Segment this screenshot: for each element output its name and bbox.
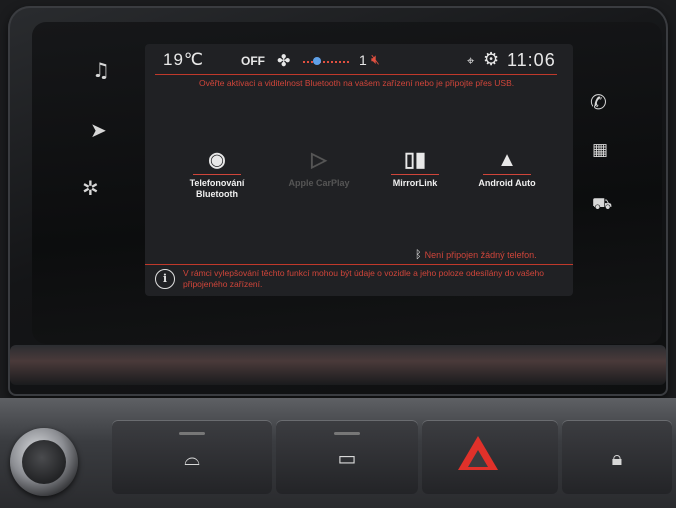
car-icon[interactable]: ⛟ bbox=[592, 196, 612, 212]
gear-icon[interactable]: ⚙ bbox=[483, 49, 499, 70]
clock: 11:06 bbox=[507, 50, 556, 70]
app-label: MirrorLink bbox=[392, 178, 438, 188]
front-defrost-button[interactable]: ⌓ bbox=[112, 420, 272, 494]
phone-icon[interactable]: ✆ bbox=[590, 92, 607, 112]
bluetooth-status-text: Není připojen žádný telefon. bbox=[424, 250, 537, 260]
front-defrost-icon: ⌓ bbox=[184, 446, 200, 470]
app-bluetooth-telephony[interactable]: ◉ Telefonování Bluetooth bbox=[177, 148, 257, 200]
fan-speed-indicator bbox=[313, 57, 321, 65]
fan-speed-track[interactable] bbox=[303, 61, 349, 63]
app-underline bbox=[193, 174, 241, 175]
bluetooth-icon: ◉ bbox=[208, 149, 226, 171]
app-underline bbox=[483, 174, 531, 175]
rear-defrost-icon: ▭ bbox=[337, 446, 357, 470]
android-auto-icon: ▲ bbox=[497, 149, 517, 171]
play-icon: ▷ bbox=[311, 149, 327, 171]
app-apple-carplay[interactable]: ▷ Apple CarPlay bbox=[279, 148, 359, 189]
fan-icon[interactable]: ✤ bbox=[277, 51, 290, 71]
fan-settings-icon[interactable]: ✲ bbox=[82, 178, 99, 198]
hazard-triangle-inner bbox=[468, 450, 488, 467]
indicator-led bbox=[179, 432, 205, 435]
app-underline bbox=[295, 174, 343, 175]
bottom-divider bbox=[145, 264, 573, 265]
door-lock-button[interactable]: 🔒︎ bbox=[562, 420, 672, 494]
bluetooth-status: ᛒ Není připojen žádný telefon. bbox=[415, 249, 537, 261]
location-pin-icon: ⌖ bbox=[467, 53, 475, 68]
speaker-muted-icon[interactable]: 🔇︎ bbox=[371, 51, 380, 68]
app-label-line2: Bluetooth bbox=[196, 189, 238, 199]
app-label: Telefonování bbox=[189, 178, 245, 188]
display-screen: 19℃ OFF ✤ 1 🔇︎ ⌖ ⚙ 11:06 Ověřte aktivaci… bbox=[145, 44, 573, 296]
app-underline bbox=[391, 174, 439, 175]
app-label: Apple CarPlay bbox=[288, 178, 350, 188]
mirrorlink-icon: ▯▮ bbox=[403, 149, 426, 171]
volume-knob-center bbox=[22, 440, 66, 484]
app-label: Android Auto bbox=[478, 178, 536, 188]
bluetooth-hint-banner: Ověřte aktivaci a viditelnost Bluetooth … bbox=[199, 78, 515, 88]
music-note-icon[interactable]: ♫ bbox=[92, 60, 110, 80]
navigation-icon[interactable]: ➤ bbox=[90, 120, 107, 140]
bluetooth-small-icon: ᛒ bbox=[415, 249, 422, 261]
app-android-auto[interactable]: ▲ Android Auto bbox=[467, 148, 547, 189]
volume-level: 1 bbox=[359, 52, 367, 68]
app-mirrorlink[interactable]: ▯▮ MirrorLink bbox=[375, 148, 455, 189]
lock-icon: 🔒︎ bbox=[611, 446, 623, 470]
privacy-info-text: V rámci vylepšování těchto funkcí mohou … bbox=[183, 268, 544, 289]
indicator-led bbox=[334, 432, 360, 435]
ac-state[interactable]: OFF bbox=[241, 54, 265, 68]
info-icon: i bbox=[155, 269, 175, 289]
hazard-button[interactable] bbox=[422, 420, 558, 494]
chrome-trim bbox=[10, 345, 666, 385]
status-bar: 19℃ OFF ✤ 1 🔇︎ ⌖ ⚙ 11:06 bbox=[145, 44, 573, 78]
rear-defrost-button[interactable]: ▭ bbox=[276, 420, 418, 494]
apps-grid-icon[interactable]: ▦ bbox=[592, 142, 608, 159]
status-divider bbox=[155, 74, 557, 75]
temperature-readout[interactable]: 19℃ bbox=[163, 50, 204, 70]
